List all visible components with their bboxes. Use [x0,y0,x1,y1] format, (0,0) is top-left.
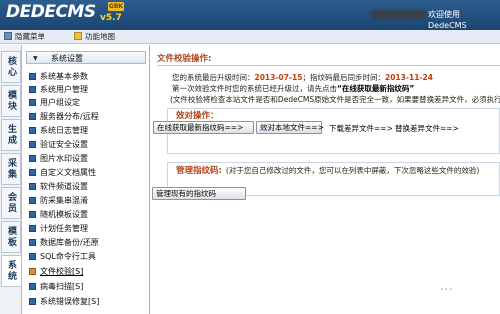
tab-members[interactable]: 会员 [1,187,21,219]
upgrade-date: 2013-07-15 [254,73,303,82]
menu-bullet-icon [29,253,36,260]
get-fingerprint-button[interactable]: 在线获取最新指纹码==> [153,121,254,134]
download-diff-link[interactable]: 下载差异文件==> [326,123,393,136]
manage-title-text: 管理指纹码: [176,166,222,176]
sync-label: ；指纹码最后同步时间： [302,73,385,82]
sidebar-item[interactable]: 系统日志管理 [29,125,88,136]
page-title: 文件校验操作: [157,53,500,66]
top-toolbar: 隐藏菜单 功能地图 [0,30,500,44]
menu-bullet-icon [29,183,36,190]
manage-fingerprint-title: 管理指纹码: (对于您自己修改过的文件，您可以在列表中屏蔽，下次忽略这些文件的效验… [176,165,479,177]
sidebar-item[interactable]: 用户组设定 [29,97,80,108]
hide-menu-label: 隐藏菜单 [15,32,45,41]
replace-diff-link[interactable]: 替换差异文件==> [392,123,459,136]
loading-indicator: ... [440,283,454,293]
sidebar: ▼ 系统设置 系统基本参数 系统用户管理 用户组设定 服务器分布/远程 系统日志… [22,45,150,314]
function-map-button[interactable]: 功能地图 [74,32,115,42]
upgrade-info: 您的系统最后升级时间：2013-07-15；指纹码最后同步时间：2013-11-… [172,72,433,83]
hide-menu-icon [4,32,12,40]
first-check-hint: 第一次效验文件时您的系统已经升级过，请先点击“在线获取最新指纹码” [172,83,414,94]
tab-modules[interactable]: 模块 [1,85,21,117]
check-description: (文件校验将检查本站文件是否和DedeCMS原始文件是否完全一致，如果要替换差异… [170,95,500,104]
app-version: v5.7 [100,13,122,23]
app-logo: DEDECMS [6,2,96,22]
sidebar-item[interactable]: 随机模板设置 [29,209,88,220]
tab-generate[interactable]: 生成 [1,119,21,151]
menu-bullet-icon [29,141,36,148]
menu-bullet-icon [29,298,36,305]
username-redacted [370,10,426,19]
tab-templates[interactable]: 模板 [1,221,21,253]
sidebar-item[interactable]: 软件频道设置 [29,181,88,192]
sidebar-item[interactable]: 防采集串混淆 [29,195,88,206]
tab-core[interactable]: 核心 [1,51,21,83]
hide-menu-button[interactable]: 隐藏菜单 [4,32,45,42]
module-tabs: 核心 模块 生成 采集 会员 模板 系统 [0,45,22,314]
menu-bullet-icon [29,113,36,120]
sidebar-item-file-check[interactable]: 文件校验[S] [29,266,83,277]
manage-tip: (对于您自己修改过的文件，您可以在列表中屏蔽，下次忽略这些文件的效验) [225,166,480,175]
menu-bullet-icon [29,86,36,93]
charset-badge: GBK [108,2,124,11]
menu-bullet-icon [29,239,36,246]
sidebar-item[interactable]: 系统基本参数 [29,71,88,82]
menu-bullet-icon [29,127,36,134]
check-local-files-button[interactable]: 效对本地文件==> [256,121,324,134]
function-map-label: 功能地图 [85,32,115,41]
sidebar-item[interactable]: 数据库备份/还原 [29,237,99,248]
sidebar-item[interactable]: 系统用户管理 [29,84,88,95]
menu-bullet-icon [29,155,36,162]
sidebar-item[interactable]: 服务器分布/远程 [29,111,99,122]
welcome-text: 欢迎使用 DedeCMS [428,10,467,30]
sync-date: 2013-11-24 [384,73,433,82]
menu-bullet-icon [29,169,36,176]
sidebar-item[interactable]: SQL命令行工具 [29,251,96,262]
main-content: 文件校验操作: 您的系统最后升级时间：2013-07-15；指纹码最后同步时间：… [150,45,500,314]
menu-bullet-icon [29,268,36,275]
first-check-highlight: “在线获取最新指纹码” [337,84,415,93]
menu-bullet-icon [29,225,36,232]
sidebar-item[interactable]: 自定义文档属性 [29,167,96,178]
sidebar-section-header[interactable]: ▼ 系统设置 [26,51,146,64]
app-header: DEDECMS GBK v5.7 欢迎使用 DedeCMS [0,0,500,30]
collapse-arrow-icon: ▼ [33,55,38,62]
sidebar-item[interactable]: 病毒扫描[S] [29,281,83,292]
sidebar-item[interactable]: 系统错误修复[S] [29,296,99,307]
sidebar-section-title: 系统设置 [51,54,83,63]
upgrade-label: 您的系统最后升级时间： [172,73,255,82]
menu-bullet-icon [29,283,36,290]
menu-bullet-icon [29,99,36,106]
tab-collect[interactable]: 采集 [1,153,21,185]
first-check-text: 第一次效验文件时您的系统已经升级过，请先点击 [172,84,337,93]
menu-bullet-icon [29,73,36,80]
sidebar-item[interactable]: 计划任务管理 [29,223,88,234]
manage-fingerprint-button[interactable]: 管理现有的指纹码 [152,187,246,200]
menu-bullet-icon [29,197,36,204]
sidebar-item[interactable]: 验证安全设置 [29,139,88,150]
function-map-icon [74,32,82,40]
tab-system[interactable]: 系统 [1,255,21,287]
menu-bullet-icon [29,211,36,218]
sidebar-item[interactable]: 图片水印设置 [29,153,88,164]
